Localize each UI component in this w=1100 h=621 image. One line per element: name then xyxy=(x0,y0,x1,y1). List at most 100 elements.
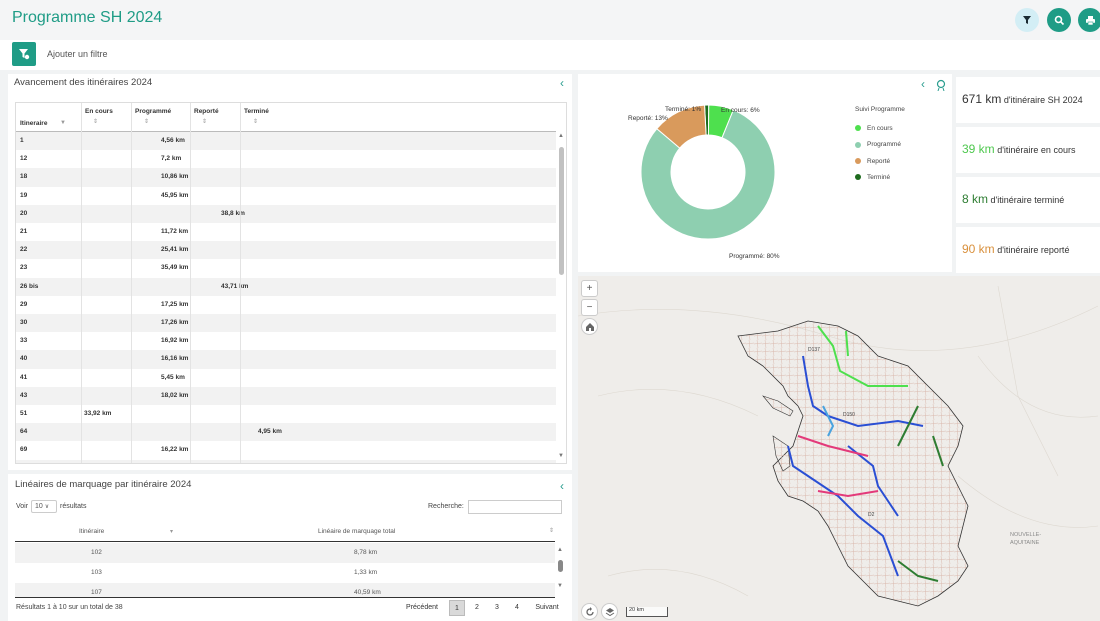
region-label: AQUITAINE xyxy=(1010,540,1040,546)
column-header-termine[interactable]: Terminé xyxy=(244,108,269,115)
island-shape xyxy=(762,395,794,417)
table-row[interactable]: 29 17,25 km xyxy=(16,296,556,314)
kpi-card: 671 km d'itinéraire SH 2024 xyxy=(956,77,1100,123)
sort-icon[interactable]: ⇕ xyxy=(202,118,207,125)
pagination-page-4[interactable]: 4 xyxy=(509,600,525,616)
department-shape xyxy=(737,320,969,607)
legend-label: Programmé xyxy=(867,141,901,149)
cell-itineraire: 21 xyxy=(20,228,28,235)
pagination-page-2[interactable]: 2 xyxy=(469,600,485,616)
search-input[interactable] xyxy=(468,500,562,514)
cell-itineraire: 69 xyxy=(20,446,28,454)
sort-icon[interactable]: ⇕ xyxy=(253,118,258,125)
cell-itineraire: 43 xyxy=(20,391,28,399)
page-title: Programme SH 2024 xyxy=(12,9,163,26)
table-row[interactable]: 714,7 km xyxy=(16,459,556,463)
table-row[interactable]: 12 7,2 km xyxy=(16,150,556,168)
scrollbar-thumb[interactable] xyxy=(559,147,564,275)
scrollbar-thumb[interactable] xyxy=(558,560,563,572)
legend-item[interactable]: Reporté xyxy=(855,158,890,165)
search-button[interactable] xyxy=(1047,8,1071,32)
locate-button[interactable] xyxy=(581,603,598,620)
collapse-chevron-icon[interactable]: ‹ xyxy=(560,479,564,493)
zoom-in-button[interactable]: + xyxy=(581,280,598,297)
column-header-programme[interactable]: Programmé xyxy=(135,108,171,115)
table-row[interactable]: 30 17,26 km xyxy=(16,314,556,333)
table-row[interactable]: 22 25,41 km xyxy=(16,241,556,260)
cell-total: 8,78 km xyxy=(354,549,378,556)
column-header-reporte[interactable]: Reporté xyxy=(194,108,219,115)
table-row[interactable]: 21 11,72 km xyxy=(16,223,556,241)
cell-programme: 11,72 km xyxy=(161,228,189,235)
cell-itineraire: 29 xyxy=(20,300,28,308)
filter-button[interactable] xyxy=(1015,8,1039,32)
table-row[interactable]: 1 4,56 km xyxy=(16,132,556,151)
legend-item[interactable]: En cours xyxy=(855,125,893,132)
collapse-chevron-icon[interactable]: ‹ xyxy=(560,76,564,90)
table-row[interactable]: 23 35,49 km xyxy=(16,259,556,277)
table-row[interactable]: 18 10,86 km xyxy=(16,168,556,187)
table-row[interactable]: 26 bis 43,71 km xyxy=(16,277,556,296)
cell-total: 40,59 km xyxy=(354,589,381,596)
table-row[interactable]: 103 1,33 km xyxy=(15,563,555,583)
layers-button[interactable] xyxy=(601,603,618,620)
cell-programme: 35,49 km xyxy=(161,264,189,272)
cell-itineraire: 20 xyxy=(20,209,28,217)
kpi-label: d'itinéraire reporté xyxy=(994,245,1070,255)
cell-itineraire: 26 bis xyxy=(20,282,39,290)
zoom-out-button[interactable]: − xyxy=(581,299,598,316)
legend-marker xyxy=(855,125,861,132)
pagination-next[interactable]: Suivant xyxy=(530,600,564,616)
legend-item[interactable]: Terminé xyxy=(855,174,890,181)
kpi-card: 90 km d'itinéraire reporté xyxy=(956,227,1100,273)
table-row[interactable]: 41 5,45 km xyxy=(16,369,556,387)
page-size-select[interactable]: 10 ∨ xyxy=(31,500,57,513)
table-row[interactable]: 107 40,59 km xyxy=(15,583,555,597)
table-row[interactable]: 69 16,22 km xyxy=(16,441,556,459)
pagination-page-3[interactable]: 3 xyxy=(489,600,505,616)
add-filter-button[interactable] xyxy=(12,42,36,66)
scale-bar: 20 km xyxy=(626,607,668,617)
table-row[interactable]: 64 4,95 km xyxy=(16,423,556,442)
home-button[interactable] xyxy=(581,318,598,335)
print-button[interactable] xyxy=(1078,8,1100,32)
table-row[interactable]: 102 8,78 km xyxy=(15,543,555,563)
column-header-itineraire[interactable]: Itineraire xyxy=(20,120,47,127)
add-filter-label[interactable]: Ajouter un filtre xyxy=(47,49,108,59)
sort-down-icon[interactable]: ▾ xyxy=(170,528,173,535)
table-row[interactable]: 19 45,95 km xyxy=(16,187,556,205)
cell-itineraire: 18 xyxy=(20,173,28,181)
map[interactable]: D137 D150 D2 NOUVELLE- AQUITAINE + − 20 … xyxy=(578,276,1100,621)
column-header-itineraire[interactable]: Itinéraire xyxy=(79,528,104,535)
layers-icon xyxy=(605,607,614,616)
sort-down-icon[interactable]: ▼ xyxy=(60,120,66,126)
cell-programme: 16,22 km xyxy=(161,446,189,454)
cell-en-cours: 33,92 km xyxy=(84,410,112,417)
cell-itineraire: 12 xyxy=(20,155,28,163)
legend-item[interactable]: Programmé xyxy=(855,141,901,148)
sort-icon[interactable]: ⇕ xyxy=(93,118,98,125)
table-row[interactable]: 33 16,92 km xyxy=(16,332,556,350)
pagination-page-1[interactable]: 1 xyxy=(449,600,465,616)
table-row[interactable]: 20 38,8 km xyxy=(16,204,556,223)
marking-table-title: Linéaires de marquage par itinéraire 202… xyxy=(15,479,192,490)
road-label: D137 xyxy=(808,347,820,353)
table-row[interactable]: 43 18,02 km xyxy=(16,386,556,405)
sort-icon[interactable]: ⇕ xyxy=(144,118,149,125)
legend-marker xyxy=(855,141,861,148)
sort-icon[interactable]: ⇕ xyxy=(549,527,554,534)
cell-total: 1,33 km xyxy=(354,569,378,576)
marking-table-body: 102 8,78 km 103 1,33 km 107 40,59 km xyxy=(0,543,572,597)
search-label: Recherche: xyxy=(428,503,464,510)
column-header-lineaire[interactable]: Linéaire de marquage total xyxy=(318,528,395,535)
kpi-card: 39 km d'itinéraire en cours xyxy=(956,127,1100,173)
scrollbar[interactable]: ▲ ▼ xyxy=(557,133,566,463)
column-header-en-cours[interactable]: En cours xyxy=(85,108,113,115)
scrollbar[interactable]: ▲ ▼ xyxy=(556,547,565,593)
table-row[interactable]: 40 16,16 km xyxy=(16,350,556,369)
pagination-previous[interactable]: Précédent xyxy=(402,600,442,616)
progress-table-title: Avancement des itinéraires 2024 xyxy=(14,77,153,88)
search-icon xyxy=(1054,15,1064,25)
legend-label: Reporté xyxy=(867,157,891,165)
table-row[interactable]: 51 33,92 km xyxy=(16,405,556,423)
